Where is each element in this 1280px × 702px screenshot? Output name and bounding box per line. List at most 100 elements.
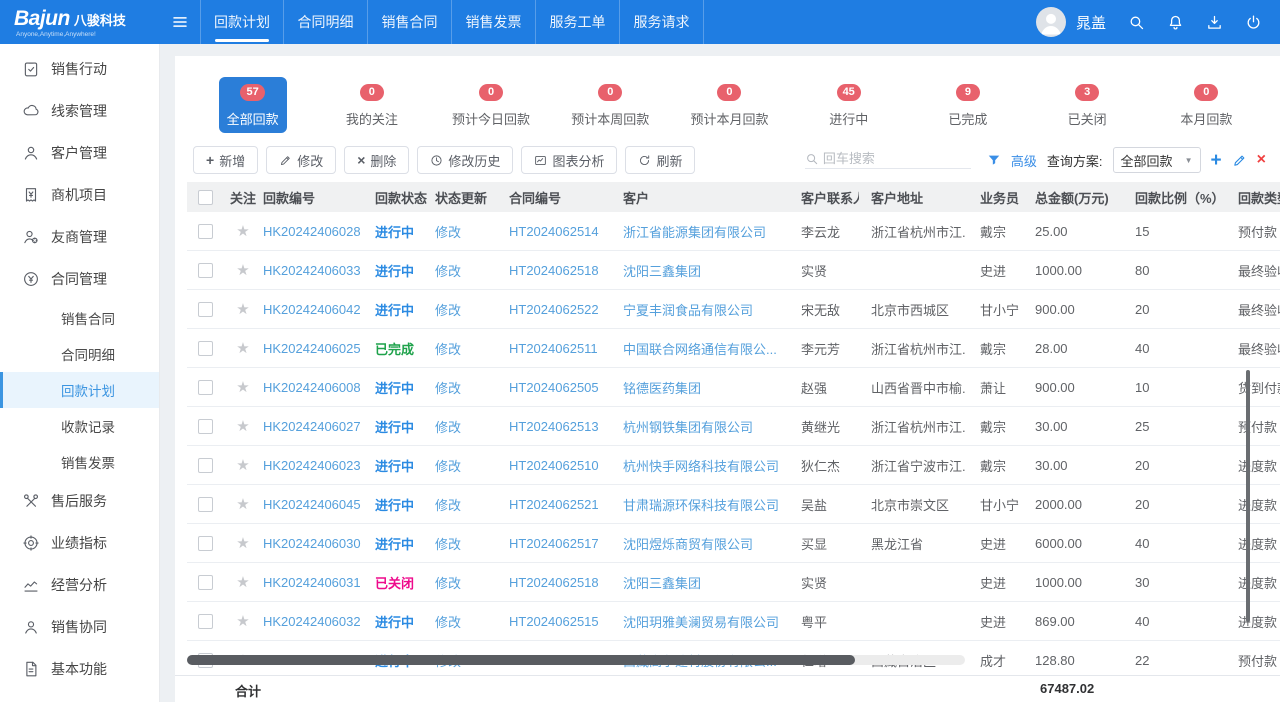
contract-id-link[interactable]: HT2024062517 bbox=[503, 524, 615, 562]
stat-tab[interactable]: 45进行中 bbox=[789, 77, 908, 135]
search-icon[interactable] bbox=[1128, 14, 1145, 31]
row-checkbox[interactable] bbox=[198, 224, 213, 239]
contract-id-link[interactable]: HT2024062510 bbox=[503, 446, 615, 484]
stat-tab-inner[interactable]: 9已完成 bbox=[948, 77, 987, 135]
select-all-checkbox[interactable] bbox=[198, 190, 213, 205]
modify-link[interactable]: 修改 bbox=[429, 602, 503, 640]
sidebar-item[interactable]: 友商管理 bbox=[0, 216, 159, 258]
contract-id-link[interactable]: HT2024062522 bbox=[503, 290, 615, 328]
row-checkbox[interactable] bbox=[198, 341, 213, 356]
stat-tab-inner[interactable]: 3已关闭 bbox=[1068, 77, 1107, 135]
contract-id-link[interactable]: HT2024062511 bbox=[503, 329, 615, 367]
star-icon[interactable]: ★ bbox=[236, 495, 249, 513]
plan-id-link[interactable]: HK20242406025 bbox=[263, 329, 369, 367]
customer-link[interactable]: 铭德医药集团 bbox=[615, 368, 789, 406]
customer-link[interactable]: 沈阳煜烁商贸有限公司 bbox=[615, 524, 789, 562]
table-row[interactable]: ★HK20242406030进行中修改HT2024062517沈阳煜烁商贸有限公… bbox=[187, 524, 1280, 563]
sidebar-subitem[interactable]: 收款记录 bbox=[0, 408, 159, 444]
topbar-tab[interactable]: 销售发票 bbox=[452, 0, 536, 44]
delete-button[interactable]: ×删除 bbox=[344, 146, 409, 174]
hamburger-menu-icon[interactable] bbox=[160, 0, 200, 44]
star-icon[interactable]: ★ bbox=[236, 456, 249, 474]
stat-tab-inner[interactable]: 0预计本周回款 bbox=[571, 77, 649, 135]
star-icon[interactable]: ★ bbox=[236, 573, 249, 591]
contract-id-link[interactable]: HT2024062514 bbox=[503, 212, 615, 250]
topbar-tab[interactable]: 服务请求 bbox=[620, 0, 704, 44]
edit-button[interactable]: 修改 bbox=[266, 146, 336, 174]
plan-id-link[interactable]: HK20242406042 bbox=[263, 290, 369, 328]
modify-link[interactable]: 修改 bbox=[429, 407, 503, 445]
modify-link[interactable]: 修改 bbox=[429, 446, 503, 484]
modify-link[interactable]: 修改 bbox=[429, 212, 503, 250]
contract-id-link[interactable]: HT2024062515 bbox=[503, 602, 615, 640]
sidebar-subitem[interactable]: 合同明细 bbox=[0, 336, 159, 372]
topbar-tab[interactable]: 合同明细 bbox=[284, 0, 368, 44]
vertical-scrollbar-thumb[interactable] bbox=[1246, 370, 1250, 622]
table-row[interactable]: ★HK20242406042进行中修改HT2024062522宁夏丰润食品有限公… bbox=[187, 290, 1280, 329]
star-icon[interactable]: ★ bbox=[236, 261, 249, 279]
chart-analysis-button[interactable]: 图表分析 bbox=[521, 146, 617, 174]
table-row[interactable]: ★HK20242406031已关闭修改HT2024062518沈阳三鑫集团实贤史… bbox=[187, 563, 1280, 602]
plan-id-link[interactable]: HK20242406027 bbox=[263, 407, 369, 445]
topbar-tab[interactable]: 销售合同 bbox=[368, 0, 452, 44]
modify-link[interactable]: 修改 bbox=[429, 329, 503, 367]
contract-id-link[interactable]: HT2024062521 bbox=[503, 485, 615, 523]
plan-id-link[interactable]: HK20242406045 bbox=[263, 485, 369, 523]
star-icon[interactable]: ★ bbox=[236, 612, 249, 630]
plus-button[interactable]: +新增 bbox=[193, 146, 258, 174]
plan-id-link[interactable]: HK20242406008 bbox=[263, 368, 369, 406]
modify-link[interactable]: 修改 bbox=[429, 563, 503, 601]
sidebar-item[interactable]: 销售协同 bbox=[0, 606, 159, 648]
table-row[interactable]: ★HK20242406045进行中修改HT2024062521甘肃瑞源环保科技有… bbox=[187, 485, 1280, 524]
advanced-search-link[interactable]: 高级 bbox=[1011, 151, 1037, 170]
customer-link[interactable]: 杭州钢铁集团有限公司 bbox=[615, 407, 789, 445]
sidebar-item[interactable]: 销售行动 bbox=[0, 48, 159, 90]
stat-tab[interactable]: 0本月回款 bbox=[1147, 77, 1266, 135]
modify-link[interactable]: 修改 bbox=[429, 485, 503, 523]
modify-link[interactable]: 修改 bbox=[429, 524, 503, 562]
query-scheme-select[interactable]: 全部回款 ▼ bbox=[1113, 147, 1201, 173]
customer-link[interactable]: 浙江省能源集团有限公司 bbox=[615, 212, 789, 250]
plan-id-link[interactable]: HK20242406023 bbox=[263, 446, 369, 484]
table-row[interactable]: ★HK20242406025已完成修改HT2024062511中国联合网络通信有… bbox=[187, 329, 1280, 368]
user-avatar[interactable] bbox=[1036, 7, 1066, 37]
sidebar-subitem[interactable]: 销售合同 bbox=[0, 300, 159, 336]
modify-link[interactable]: 修改 bbox=[429, 368, 503, 406]
stat-tab[interactable]: 0预计本周回款 bbox=[551, 77, 670, 135]
star-icon[interactable]: ★ bbox=[236, 300, 249, 318]
contract-id-link[interactable]: HT2024062518 bbox=[503, 251, 615, 289]
row-checkbox[interactable] bbox=[198, 497, 213, 512]
table-row[interactable]: ★HK20242406008进行中修改HT2024062505铭德医药集团赵强山… bbox=[187, 368, 1280, 407]
horizontal-scrollbar-thumb[interactable] bbox=[187, 655, 855, 665]
stat-tab[interactable]: 57全部回款 bbox=[193, 77, 312, 135]
row-checkbox[interactable] bbox=[198, 536, 213, 551]
customer-link[interactable]: 中国联合网络通信有限公... bbox=[615, 329, 789, 367]
table-row[interactable]: ★HK20242406033进行中修改HT2024062518沈阳三鑫集团实贤史… bbox=[187, 251, 1280, 290]
topbar-tab[interactable]: 服务工单 bbox=[536, 0, 620, 44]
row-checkbox[interactable] bbox=[198, 575, 213, 590]
stat-tab-inner[interactable]: 0我的关注 bbox=[346, 77, 398, 135]
customer-link[interactable]: 宁夏丰润食品有限公司 bbox=[615, 290, 789, 328]
filter-funnel-icon[interactable] bbox=[987, 153, 1001, 167]
contract-id-link[interactable]: HT2024062513 bbox=[503, 407, 615, 445]
star-icon[interactable]: ★ bbox=[236, 378, 249, 396]
row-checkbox[interactable] bbox=[198, 263, 213, 278]
sidebar-item[interactable]: 经营分析 bbox=[0, 564, 159, 606]
horizontal-scrollbar-track[interactable] bbox=[187, 655, 965, 665]
contract-id-link[interactable]: HT2024062518 bbox=[503, 563, 615, 601]
row-checkbox[interactable] bbox=[198, 380, 213, 395]
customer-link[interactable]: 沈阳三鑫集团 bbox=[615, 563, 789, 601]
customer-link[interactable]: 杭州快手网络科技有限公司 bbox=[615, 446, 789, 484]
stat-tab-inner[interactable]: 57全部回款 bbox=[219, 77, 287, 133]
bell-icon[interactable] bbox=[1167, 14, 1184, 31]
table-row[interactable]: ★HK20242406027进行中修改HT2024062513杭州钢铁集团有限公… bbox=[187, 407, 1280, 446]
sidebar-item[interactable]: 线索管理 bbox=[0, 90, 159, 132]
topbar-tab[interactable]: 回款计划 bbox=[200, 0, 284, 44]
plan-id-link[interactable]: HK20242406032 bbox=[263, 602, 369, 640]
sidebar-subitem[interactable]: 回款计划 bbox=[0, 372, 159, 408]
customer-link[interactable]: 甘肃瑞源环保科技有限公司 bbox=[615, 485, 789, 523]
customer-link[interactable]: 沈阳玥雅美澜贸易有限公司 bbox=[615, 602, 789, 640]
edit-scheme-button[interactable] bbox=[1232, 153, 1247, 168]
user-name[interactable]: 晁盖 bbox=[1076, 12, 1106, 33]
modify-link[interactable]: 修改 bbox=[429, 290, 503, 328]
